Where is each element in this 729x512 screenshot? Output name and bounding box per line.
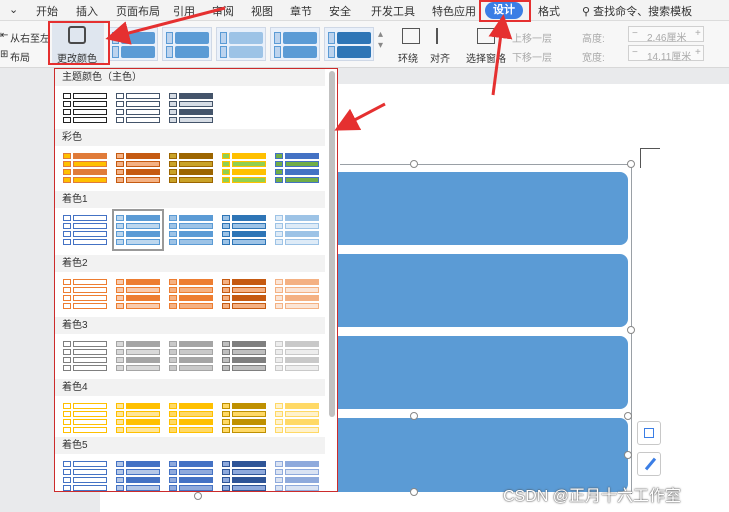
arrow-to-change-color [105,6,226,45]
arrow-to-design-tab [488,14,513,96]
arrow-to-dropdown [334,102,386,131]
annotation-arrows [105,6,513,131]
watermark: CSDN @正月十六工作室 [503,488,682,505]
